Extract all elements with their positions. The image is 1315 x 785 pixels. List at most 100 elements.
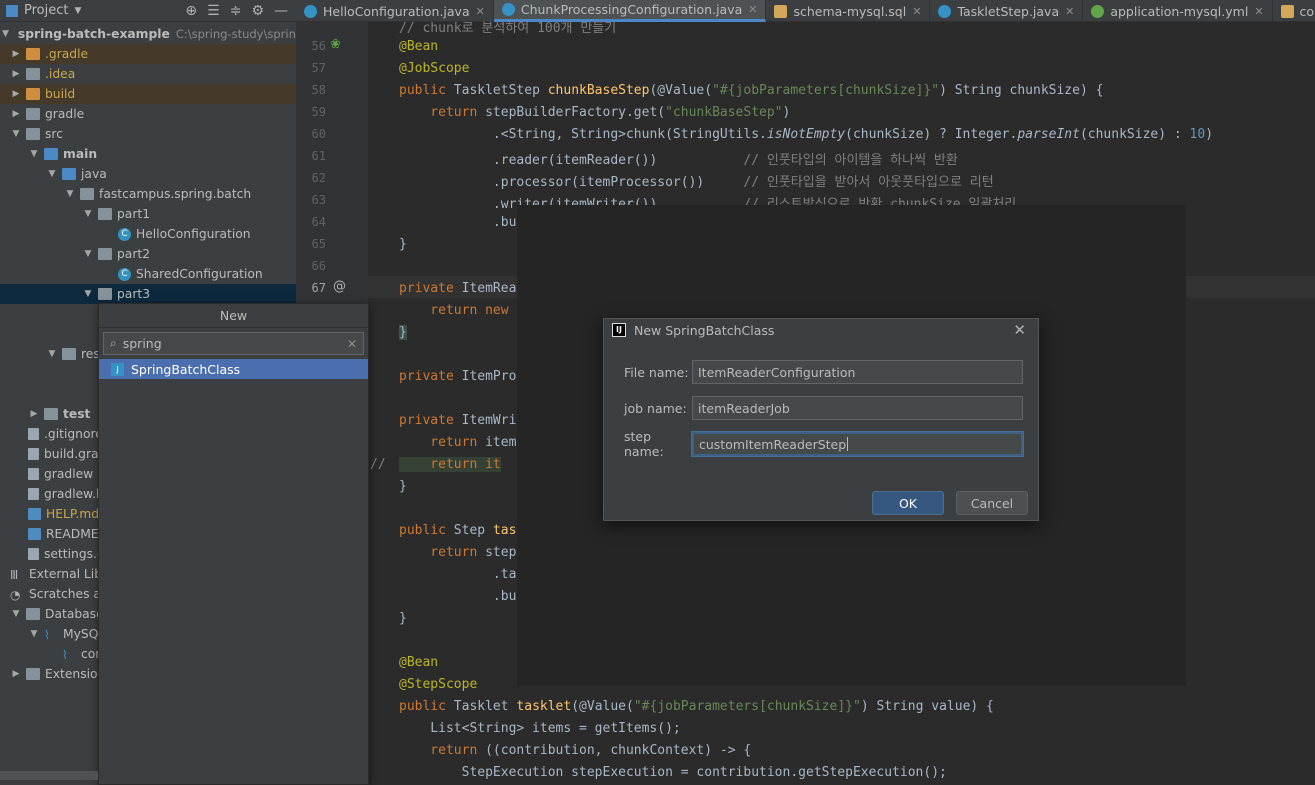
tree-item-root[interactable]: ▼ spring-batch-example C:\spring-study\spr… (0, 24, 296, 44)
chevron-down-icon[interactable]: ▼ (10, 609, 22, 619)
cancel-button[interactable]: Cancel (956, 491, 1028, 515)
locate-icon[interactable]: ⊕ (185, 3, 197, 19)
tab-application-mysql-yml[interactable]: application-mysql.yml ✕ (1083, 0, 1273, 22)
clear-icon[interactable]: ✕ (347, 337, 357, 351)
annotation-icon[interactable]: @ (333, 279, 346, 294)
step-name-row: step name: customItemReaderStep (624, 429, 1023, 459)
code-token: (chunkSize) : (1079, 127, 1190, 142)
tree-item-label: gradle (45, 107, 85, 121)
tab-label: schema-mysql.sql (793, 3, 907, 19)
chevron-right-icon[interactable]: ▶ (28, 409, 40, 419)
project-panel-header: Project ▼ ⊕ ☰ ≑ ⚙ — (0, 0, 296, 22)
close-icon[interactable]: ✕ (1254, 5, 1263, 18)
chevron-down-icon[interactable]: ▼ (10, 129, 22, 139)
tree-item-gradle-cache[interactable]: ▶ .gradle (0, 44, 296, 64)
tree-item-package[interactable]: ▼ fastcampus.spring.batch (0, 184, 296, 204)
project-icon (6, 4, 18, 17)
close-icon[interactable]: ✕ (912, 5, 921, 18)
code-token: "#{jobParameters[chunkSize]}" (633, 699, 861, 714)
file-icon (28, 428, 39, 440)
code-comment: // (370, 457, 386, 472)
tree-item-label: .gradle (45, 47, 89, 61)
code-token: ) String chunkSize) { (939, 83, 1104, 98)
step-name-label: step name: (624, 429, 664, 459)
close-icon[interactable]: ✕ (476, 5, 485, 18)
code-token: Step (453, 523, 493, 538)
ok-button[interactable]: OK (872, 491, 944, 515)
spring-bean-icon[interactable]: ❀ (330, 37, 341, 52)
code-token: public (399, 523, 454, 538)
chevron-down-icon[interactable]: ▼ (82, 249, 94, 259)
line-number: 64 (311, 215, 326, 229)
code-line: StepExecution stepExecution = contributi… (399, 765, 947, 780)
horizontal-scrollbar[interactable] (0, 771, 98, 780)
tree-item-gradle[interactable]: ▶ gradle (0, 104, 296, 124)
tree-item-hello-config[interactable]: C HelloConfiguration (0, 224, 296, 244)
project-view-selector[interactable]: Project (24, 3, 68, 18)
minimize-icon[interactable]: — (274, 3, 288, 19)
chevron-down-icon[interactable]: ▼ (64, 189, 76, 199)
tree-item-part1[interactable]: ▼ part1 (0, 204, 296, 224)
code-comment: // chunk로 분석하여 100개 만들기 (399, 21, 617, 36)
code-token: ItemWri (461, 413, 517, 428)
tree-item-idea[interactable]: ▶ .idea (0, 64, 296, 84)
file-name-label: File name: (624, 364, 689, 380)
code-line: @StepScope (399, 677, 478, 692)
tree-item-shared-config[interactable]: C SharedConfiguration (0, 264, 296, 284)
folder-icon (62, 348, 76, 360)
tree-item-main[interactable]: ▼ main (0, 144, 296, 164)
code-line: @Bean (399, 655, 439, 670)
close-icon[interactable]: ✕ (1013, 321, 1026, 339)
tab-console[interactable]: console (1273, 0, 1315, 22)
tree-item-part3[interactable]: ▼ part3 (0, 284, 296, 304)
tree-item-src[interactable]: ▼ src (0, 124, 296, 144)
collapse-all-icon[interactable]: ≑ (230, 3, 242, 19)
folder-icon (26, 668, 40, 680)
code-token: ) (1205, 127, 1214, 142)
chevron-down-icon[interactable]: ▼ (74, 6, 81, 16)
chevron-down-icon[interactable]: ▼ (28, 149, 40, 159)
chevron-down-icon[interactable]: ▼ (46, 169, 58, 179)
job-name-field[interactable]: itemReaderJob (692, 396, 1023, 420)
console-icon (1280, 4, 1294, 18)
chevron-down-icon[interactable]: ▼ (46, 349, 58, 359)
package-icon (80, 188, 94, 200)
tree-item-part2[interactable]: ▼ part2 (0, 244, 296, 264)
code-comment: // 인풋타입을 받아서 아웃풋타입으로 리턴 (743, 175, 994, 190)
popup-search-input[interactable]: spring (123, 336, 347, 351)
code-token: ((contribution, chunkContext) -> { (485, 743, 752, 758)
job-name-row: job name: itemReaderJob (624, 396, 1023, 420)
gear-icon[interactable]: ⚙ (251, 3, 264, 19)
chevron-right-icon[interactable]: ▶ (10, 49, 22, 59)
chevron-right-icon[interactable]: ▶ (10, 89, 22, 99)
chevron-down-icon[interactable]: ▼ (82, 209, 94, 219)
tab-label: application-mysql.yml (1110, 3, 1249, 19)
markdown-icon (28, 508, 41, 520)
close-icon[interactable]: ✕ (1065, 5, 1074, 18)
tab-tasklet-step[interactable]: TaskletStep.java ✕ (930, 0, 1084, 22)
chevron-right-icon[interactable]: ▶ (10, 69, 22, 79)
chevron-right-icon[interactable]: ▶ (10, 109, 22, 119)
project-path: C:\spring-study\spring- (175, 27, 296, 41)
code-token: Tasklet (453, 699, 517, 714)
popup-item-springbatchclass[interactable]: J SpringBatchClass (99, 359, 368, 379)
folder-icon (26, 128, 40, 140)
code-line: } (399, 611, 407, 626)
code-token: (@Value( (571, 699, 634, 714)
tree-item-java[interactable]: ▼ java (0, 164, 296, 184)
class-icon: C (118, 227, 131, 241)
chevron-down-icon[interactable]: ▼ (28, 629, 40, 639)
popup-search-field[interactable]: ⌕ spring ✕ (103, 332, 364, 355)
class-icon (938, 4, 952, 18)
line-number: 62 (311, 171, 326, 185)
close-icon[interactable]: ✕ (748, 3, 757, 16)
chevron-down-icon[interactable]: ▼ (82, 289, 94, 299)
tab-schema-mysql[interactable]: schema-mysql.sql ✕ (766, 0, 931, 22)
chevron-right-icon[interactable]: ▶ (10, 669, 22, 679)
step-name-field[interactable]: customItemReaderStep (692, 432, 1023, 456)
dialog-title: New SpringBatchClass (634, 322, 775, 338)
file-name-field[interactable]: ItemReaderConfiguration (692, 360, 1023, 384)
tree-item-build[interactable]: ▶ build (0, 84, 296, 104)
chevron-down-icon[interactable]: ▼ (2, 29, 9, 39)
expand-all-icon[interactable]: ☰ (207, 3, 220, 19)
